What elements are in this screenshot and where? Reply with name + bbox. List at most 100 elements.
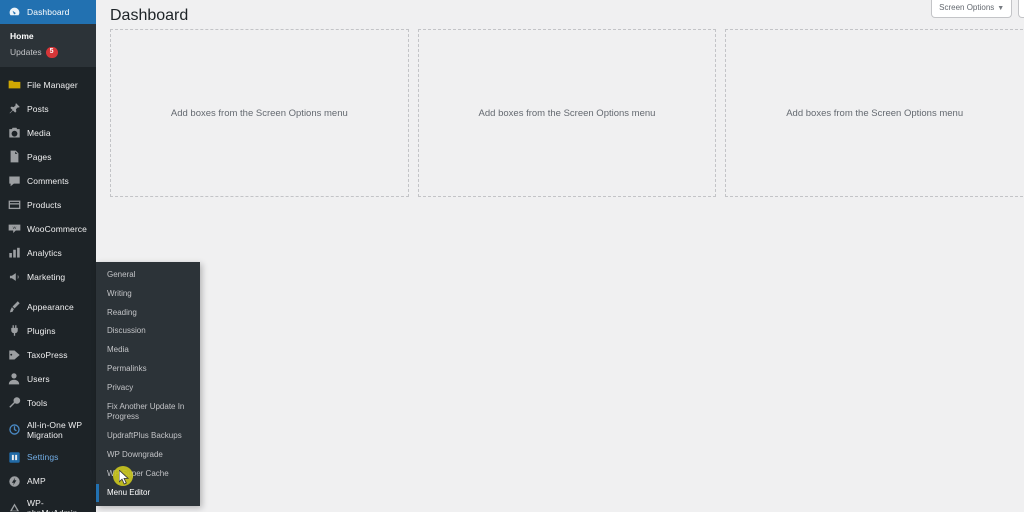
flyout-item-writing[interactable]: Writing <box>96 285 200 304</box>
products-icon <box>7 198 21 212</box>
dashboard-widget-columns: Add boxes from the Screen Options menu A… <box>110 29 1024 197</box>
sidebar-item-products[interactable]: Products <box>0 193 96 217</box>
sidebar-item-tools[interactable]: Tools <box>0 391 96 415</box>
sidebar-item-label: Users <box>27 373 50 384</box>
flyout-item-updraftplus-backups[interactable]: UpdraftPlus Backups <box>96 427 200 446</box>
flyout-item-general[interactable]: General <box>96 266 200 285</box>
sidebar-item-label: Products <box>27 199 62 210</box>
sidebar-item-wp-phpmyadmin[interactable]: WP-phpMyAdmin <box>0 493 96 512</box>
flyout-item-label: Writing <box>107 288 132 298</box>
flyout-item-privacy[interactable]: Privacy <box>96 379 200 398</box>
sidebar-item-label: File Manager <box>27 79 78 90</box>
flyout-item-label: WP Downgrade <box>107 449 163 459</box>
sidebar-item-label: Analytics <box>27 247 62 258</box>
sidebar-item-label: Pages <box>27 151 52 162</box>
flyout-item-label: UpdraftPlus Backups <box>107 431 182 441</box>
flyout-item-label: Menu Editor <box>107 487 151 497</box>
sidebar-item-label: WP-phpMyAdmin <box>27 498 78 512</box>
help-button[interactable]: H <box>1018 0 1024 18</box>
flyout-item-label: Media <box>107 345 129 355</box>
sidebar-item-label: Posts <box>27 103 49 114</box>
wrench-icon <box>7 396 21 410</box>
sidebar-item-label: Plugins <box>27 325 56 336</box>
empty-column-placeholder: Add boxes from the Screen Options menu <box>170 107 348 119</box>
screen-meta-links: Screen Options▼ H <box>931 0 1024 18</box>
folder-icon <box>7 78 21 92</box>
sidebar-item-taxopress[interactable]: TaxoPress <box>0 343 96 367</box>
wp-admin-screen: Dashboard Home Updates 5 File Manager Po… <box>0 0 1024 512</box>
user-icon <box>7 372 21 386</box>
submenu-item-label: Home <box>10 31 34 41</box>
sidebar-item-woocommerce[interactable]: W WooCommerce <box>0 217 96 241</box>
main-content: Screen Options▼ H Dashboard Add boxes fr… <box>96 0 1024 512</box>
sidebar-item-label: Tools <box>27 397 48 408</box>
sidebar-item-label: AMP <box>27 476 46 487</box>
flyout-item-label: WP Super Cache <box>107 468 169 478</box>
woo-icon: W <box>7 222 21 236</box>
sidebar-item-users[interactable]: Users <box>0 367 96 391</box>
screen-options-button[interactable]: Screen Options ▼ <box>931 0 1013 18</box>
flyout-item-label: Permalinks <box>107 363 147 373</box>
sidebar-item-label: All-in-One WP Migration <box>27 419 82 440</box>
sidebar-item-all-in-one-wp-migration[interactable]: All-in-One WP Migration <box>0 415 96 445</box>
sidebar-item-pages[interactable]: Pages <box>0 145 96 169</box>
camera-icon <box>7 126 21 140</box>
page-icon <box>7 150 21 164</box>
sidebar-item-comments[interactable]: Comments <box>0 169 96 193</box>
sidebar-item-label: Media <box>27 127 51 138</box>
empty-column-placeholder: Add boxes from the Screen Options menu <box>478 107 656 119</box>
sidebar-item-plugins[interactable]: Plugins <box>0 319 96 343</box>
flyout-item-fix-another-update-in-progress[interactable]: Fix Another Update In Progress <box>96 398 200 428</box>
screen-options-label: Screen Options <box>939 3 995 12</box>
sidebar-item-label: Comments <box>27 175 69 186</box>
svg-text:W: W <box>12 225 16 230</box>
dashboard-submenu: Home Updates 5 <box>0 24 96 67</box>
sidebar-item-label: WooCommerce <box>27 223 87 234</box>
dashboard-column-3[interactable]: Add boxes from the Screen Options menu <box>725 29 1024 197</box>
dashboard-column-1[interactable]: Add boxes from the Screen Options menu <box>110 29 409 197</box>
flyout-item-reading[interactable]: Reading <box>96 304 200 323</box>
sidebar-item-analytics[interactable]: Analytics <box>0 241 96 265</box>
megaphone-icon <box>7 270 21 284</box>
flyout-item-wp-downgrade[interactable]: WP Downgrade <box>96 446 200 465</box>
dashboard-icon <box>7 5 21 19</box>
submenu-item-home[interactable]: Home <box>0 28 96 44</box>
plug-icon <box>7 324 21 338</box>
flyout-item-label: Discussion <box>107 326 146 336</box>
footer-strip <box>96 490 1024 512</box>
sidebar-item-label: TaxoPress <box>27 349 68 360</box>
sidebar-item-marketing[interactable]: Marketing <box>0 265 96 289</box>
settings-icon <box>7 450 21 464</box>
flyout-item-label: Privacy <box>107 382 134 392</box>
flyout-item-label: Reading <box>107 307 137 317</box>
sidebar-item-label: Dashboard <box>27 6 70 17</box>
admin-sidebar: Dashboard Home Updates 5 File Manager Po… <box>0 0 104 512</box>
updates-count-badge: 5 <box>45 47 58 58</box>
tag-icon <box>7 348 21 362</box>
sidebar-item-appearance[interactable]: Appearance <box>0 295 96 319</box>
submenu-item-updates[interactable]: Updates 5 <box>0 44 96 61</box>
flyout-item-discussion[interactable]: Discussion <box>96 322 200 341</box>
chevron-down-icon: ▼ <box>997 5 1005 12</box>
sidebar-item-label: Appearance <box>27 301 74 312</box>
sidebar-item-amp[interactable]: AMP <box>0 469 96 493</box>
flyout-item-wp-super-cache[interactable]: WP Super Cache <box>96 465 200 484</box>
submenu-item-label: Updates <box>10 47 42 58</box>
dashboard-column-2[interactable]: Add boxes from the Screen Options menu <box>417 29 717 197</box>
database-icon <box>7 501 21 512</box>
empty-column-placeholder: Add boxes from the Screen Options menu <box>786 107 964 119</box>
sidebar-item-label: Settings <box>27 452 59 463</box>
migration-icon <box>7 423 21 437</box>
flyout-item-label: General <box>107 270 136 279</box>
sidebar-item-media[interactable]: Media <box>0 121 96 145</box>
flyout-item-permalinks[interactable]: Permalinks <box>96 360 200 379</box>
sidebar-item-settings[interactable]: Settings <box>0 445 104 469</box>
amp-icon <box>7 474 21 488</box>
flyout-item-menu-editor[interactable]: Menu Editor <box>96 483 200 503</box>
sidebar-item-file-manager[interactable]: File Manager <box>0 73 96 97</box>
pin-icon <box>7 102 21 116</box>
sidebar-item-posts[interactable]: Posts <box>0 97 96 121</box>
sidebar-item-label: Marketing <box>27 271 66 282</box>
flyout-item-media[interactable]: Media <box>96 341 200 360</box>
sidebar-item-dashboard[interactable]: Dashboard <box>0 0 104 24</box>
